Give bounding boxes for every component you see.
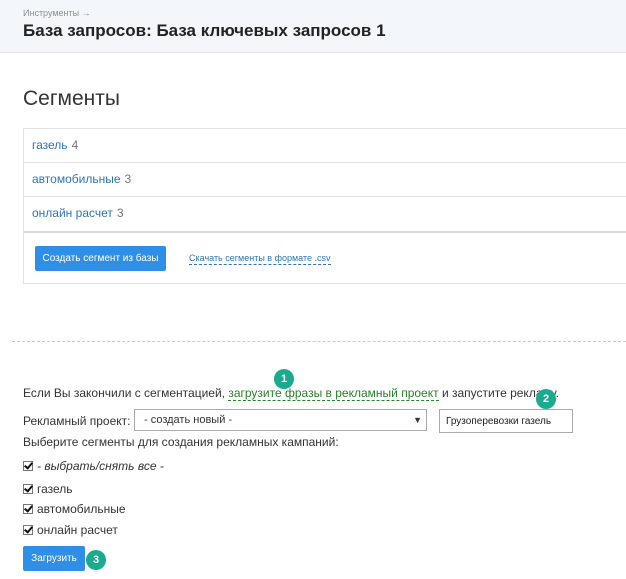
segments-divider bbox=[24, 231, 626, 233]
create-segment-button[interactable]: Создать сегмент из базы bbox=[35, 246, 166, 271]
checkbox-row: автомобильные bbox=[23, 502, 126, 516]
project-select-value: - создать новый - bbox=[144, 414, 233, 426]
segments-heading: Сегменты bbox=[23, 87, 120, 110]
section-divider bbox=[12, 341, 626, 342]
segment-row: газель 4 bbox=[24, 129, 626, 163]
download-csv-link[interactable]: Скачать сегменты в формате .csv bbox=[189, 253, 331, 265]
step-badge-2: 2 bbox=[536, 389, 556, 409]
segment-row: онлайн расчет 3 bbox=[24, 197, 626, 230]
page-title: База запросов: База ключевых запросов 1 bbox=[23, 21, 386, 40]
segment-name[interactable]: газель bbox=[32, 138, 68, 152]
checkbox-select-all[interactable] bbox=[23, 461, 33, 471]
checkbox-segment[interactable] bbox=[23, 504, 33, 514]
checkbox-row: онлайн расчет bbox=[23, 523, 118, 537]
segments-panel: газель 4 автомобильные 3 онлайн расчет 3 Со… bbox=[23, 128, 626, 284]
step-badge-3: 3 bbox=[86, 550, 106, 570]
checkbox-segment[interactable] bbox=[23, 525, 33, 535]
project-label: Рекламный проект: bbox=[23, 414, 131, 428]
checkbox-label: автомобильные bbox=[37, 502, 126, 516]
upload-phrases-link[interactable]: загрузите фразы в рекламный проект bbox=[228, 386, 439, 401]
checkbox-row: газель bbox=[23, 482, 73, 496]
dropdown-arrow-icon: ▼ bbox=[413, 415, 422, 425]
checkbox-label: онлайн расчет bbox=[37, 523, 118, 537]
upload-info-text: Если Вы закончили с сегментацией, загруз… bbox=[23, 386, 559, 401]
checkbox-label: газель bbox=[37, 482, 73, 496]
segment-name[interactable]: автомобильные bbox=[32, 172, 121, 186]
segment-count: 4 bbox=[71, 138, 79, 152]
segment-name[interactable]: онлайн расчет bbox=[32, 206, 113, 220]
checkbox-label: - выбрать/снять все - bbox=[37, 459, 164, 473]
upload-button[interactable]: Загрузить bbox=[23, 546, 85, 571]
segment-count: 3 bbox=[116, 206, 124, 220]
segment-count: 3 bbox=[124, 172, 132, 186]
segment-row: автомобильные 3 bbox=[24, 163, 626, 197]
project-select[interactable]: - создать новый - ▼ bbox=[134, 409, 427, 431]
checkbox-segment[interactable] bbox=[23, 484, 33, 494]
page-header: Инструменты → База запросов: База ключев… bbox=[0, 0, 626, 53]
checkbox-row-select-all: - выбрать/снять все - bbox=[23, 459, 164, 473]
choose-segments-label: Выберите сегменты для создания рекламных… bbox=[23, 435, 339, 449]
info-text-start: Если Вы закончили с сегментацией, bbox=[23, 386, 229, 400]
breadcrumb[interactable]: Инструменты → bbox=[23, 8, 91, 18]
project-name-input[interactable] bbox=[439, 409, 573, 433]
